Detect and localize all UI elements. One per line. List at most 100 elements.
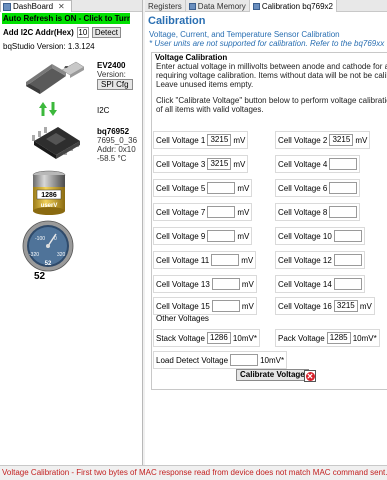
load-detect-input[interactable] — [230, 354, 259, 366]
cell-voltage-input[interactable] — [333, 254, 362, 266]
cell-voltage-10: Cell Voltage 10 — [275, 227, 365, 245]
cell-voltage-label: Cell Voltage 1 — [156, 135, 206, 145]
cell-voltage-4: Cell Voltage 4 — [275, 155, 361, 173]
cell-voltage-13: Cell Voltage 13 mV — [153, 275, 257, 293]
load-detect-voltage: Load Detect Voltage 10mV* — [153, 351, 288, 369]
cell-voltage-input[interactable]: 3215 — [207, 134, 232, 146]
pack-voltage: Pack Voltage 1285 10mV* — [275, 329, 380, 347]
status-message: Voltage Calibration - First two bytes of… — [0, 465, 387, 480]
cell-voltage-input[interactable] — [211, 254, 240, 266]
voltage-description-line: Enter actual voltage in millivolts betwe… — [156, 62, 387, 71]
cell-voltage-input[interactable] — [329, 158, 358, 170]
cell-voltage-unit: mV — [241, 279, 254, 289]
cell-voltage-label: Cell Voltage 3 — [156, 159, 206, 169]
stack-voltage-label: Stack Voltage — [156, 333, 205, 343]
gauge-tick-neg100: -100 — [35, 236, 45, 242]
cell-voltage-input[interactable] — [207, 206, 236, 218]
stack-voltage-input[interactable]: 1286 — [206, 332, 231, 344]
cell-voltage-label: Cell Voltage 10 — [278, 231, 332, 241]
gauge-tick-neg320: -320 — [29, 252, 39, 258]
close-icon[interactable]: ✕ — [58, 1, 65, 12]
cell-voltage-unit: mV — [237, 231, 250, 241]
cell-voltage-unit: mV — [241, 255, 254, 265]
tab-dashboard-label: DashBoard — [13, 2, 54, 11]
i2c-address-row: Add I2C Addr(Hex) 10 Detect — [3, 27, 121, 38]
page-title: Calibration — [148, 15, 206, 27]
cell-voltage-12: Cell Voltage 12 — [275, 251, 365, 269]
i2c-address-label: Add I2C Addr(Hex) — [3, 28, 74, 37]
battery-unit: userV — [41, 203, 58, 209]
i2c-bus-label: I2C — [97, 106, 110, 115]
pack-voltage-label: Pack Voltage — [278, 333, 325, 343]
cell-voltage-6: Cell Voltage 6 — [275, 179, 361, 197]
cell-voltage-input[interactable] — [333, 278, 362, 290]
cell-voltage-label: Cell Voltage 16 — [278, 301, 332, 311]
cell-voltage-unit: mV — [233, 135, 246, 145]
tab-registers[interactable]: Registers — [145, 0, 186, 12]
cell-voltage-5: Cell Voltage 5 mV — [153, 179, 253, 197]
cell-voltage-input[interactable]: 3215 — [207, 158, 232, 170]
cell-voltage-3: Cell Voltage 3 3215 mV — [153, 155, 249, 173]
gauge-readout: 52 — [45, 261, 52, 267]
data-memory-icon — [188, 2, 196, 10]
tab-dashboard[interactable]: DashBoard ✕ — [0, 0, 72, 12]
calibrate-voltage-button[interactable]: Calibrate Voltage — [236, 369, 309, 381]
adapter-name: EV2400 — [97, 61, 126, 70]
cell-voltage-input[interactable] — [207, 230, 236, 242]
gauge-label: 52 — [34, 271, 46, 282]
voltage-section-title: Voltage Calibration — [155, 53, 228, 62]
tab-data-memory-label: Data Memory — [197, 1, 246, 11]
cell-voltage-input[interactable] — [329, 182, 358, 194]
cell-voltage-label: Cell Voltage 12 — [278, 255, 332, 265]
cell-voltage-label: Cell Voltage 2 — [278, 135, 328, 145]
user-units-warning: * User units are not supported for calib… — [149, 39, 387, 48]
cell-voltage-unit: mV — [359, 301, 372, 311]
device-name: bq76952 — [97, 127, 130, 136]
cell-voltage-unit: mV — [237, 183, 250, 193]
cancel-button[interactable]: ✕ — [304, 370, 316, 382]
calibration-content: Calibration Voltage, Current, and Temper… — [145, 12, 387, 465]
stack-voltage: Stack Voltage 1286 10mV* — [153, 329, 260, 347]
usb-adapter-icon — [26, 61, 85, 94]
spi-config-button[interactable]: SPI Cfg — [97, 79, 133, 90]
tab-data-memory[interactable]: Data Memory — [186, 0, 250, 12]
page-subtitle: Voltage, Current, and Temperature Sensor… — [149, 30, 340, 39]
gauge-icon: -100 0 -320 320 52 — [22, 220, 74, 272]
cell-voltage-16: Cell Voltage 16 3215 mV — [275, 297, 375, 315]
cell-voltage-1: Cell Voltage 1 3215 mV — [153, 131, 249, 149]
battery-value: 1286 — [41, 192, 57, 199]
cell-voltage-input[interactable] — [333, 230, 362, 242]
device-id: 7695_0_36 — [97, 136, 138, 145]
pack-voltage-input[interactable]: 1285 — [326, 332, 351, 344]
auto-refresh-toggle[interactable]: Auto Refresh is ON - Click to Turn OFF — [2, 13, 130, 24]
cell-voltage-label: Cell Voltage 4 — [278, 159, 328, 169]
cell-voltage-label: Cell Voltage 14 — [278, 279, 332, 289]
cell-voltage-9: Cell Voltage 9 mV — [153, 227, 253, 245]
dashboard-icon — [3, 2, 11, 11]
cell-voltage-unit: mV — [233, 159, 246, 169]
cell-voltage-input[interactable] — [211, 278, 240, 290]
chip-icon — [32, 127, 80, 159]
cell-voltage-unit: mV — [241, 301, 254, 311]
i2c-address-input[interactable]: 10 — [76, 27, 89, 38]
cell-voltage-2: Cell Voltage 2 3215 mV — [275, 131, 371, 149]
cell-voltage-14: Cell Voltage 14 — [275, 275, 365, 293]
detect-button[interactable]: Detect — [91, 27, 121, 38]
voltage-description-line: Click "Calibrate Voltage" button below t… — [156, 96, 387, 105]
cell-voltage-unit: mV — [355, 135, 368, 145]
cancel-icon: ✕ — [305, 371, 315, 381]
load-detect-label: Load Detect Voltage — [156, 355, 229, 365]
tab-calibration[interactable]: Calibration bq769x2 — [249, 0, 337, 12]
app-window: DashBoard ✕ Auto Refresh is ON - Click t… — [0, 0, 387, 480]
pack-voltage-unit: 10mV* — [352, 333, 377, 343]
cell-voltage-unit: mV — [237, 207, 250, 217]
cell-voltage-input[interactable]: 3215 — [333, 300, 358, 312]
cell-voltage-input[interactable] — [207, 182, 236, 194]
voltage-description-line: Leave unused items empty. — [156, 80, 254, 89]
load-detect-unit: 10mV* — [260, 355, 285, 365]
cell-voltage-input[interactable] — [329, 206, 358, 218]
cell-voltage-input[interactable]: 3215 — [329, 134, 354, 146]
voltage-description-line: requiring voltage calibration. Items wit… — [156, 71, 387, 80]
cell-voltage-input[interactable] — [211, 300, 240, 312]
tab-calibration-label: Calibration bq769x2 — [261, 1, 333, 11]
